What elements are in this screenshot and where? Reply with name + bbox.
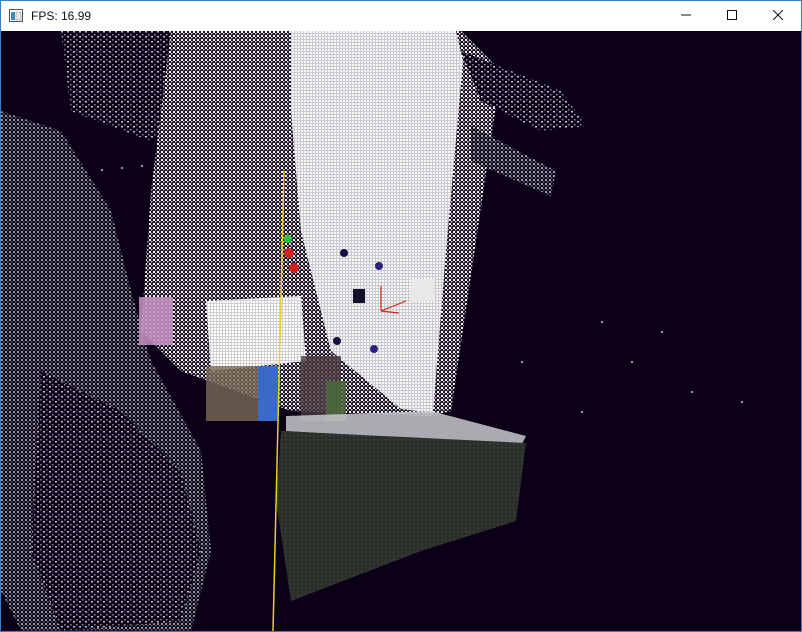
wall-marker-2	[375, 262, 383, 270]
point-cloud-canvas[interactable]	[1, 31, 801, 631]
white-box-points	[206, 296, 306, 371]
wall-marker-square	[353, 289, 365, 303]
red-marker-1	[284, 248, 294, 258]
minimize-icon	[681, 7, 691, 25]
wall-marker-4	[370, 345, 378, 353]
point-cloud-viewport[interactable]	[1, 31, 801, 631]
blue-binder-points	[258, 366, 278, 421]
desk-objects-points	[206, 366, 266, 421]
green-marker	[284, 235, 292, 243]
wall-marker-1	[340, 249, 348, 257]
red-marker-2	[289, 263, 299, 273]
close-icon	[772, 7, 784, 25]
wall-marker-3	[333, 337, 341, 345]
title-bar[interactable]: FPS: 16.99	[1, 1, 801, 31]
app-window-icon	[9, 9, 23, 22]
minimize-button[interactable]	[663, 1, 709, 31]
maximize-button[interactable]	[709, 1, 755, 31]
wall-box-points	[411, 279, 435, 301]
window-title: FPS: 16.99	[31, 9, 92, 23]
close-button[interactable]	[755, 1, 801, 31]
maximize-icon	[727, 7, 737, 25]
app-window: FPS: 16.99	[0, 0, 802, 632]
pink-object-points	[139, 297, 173, 345]
